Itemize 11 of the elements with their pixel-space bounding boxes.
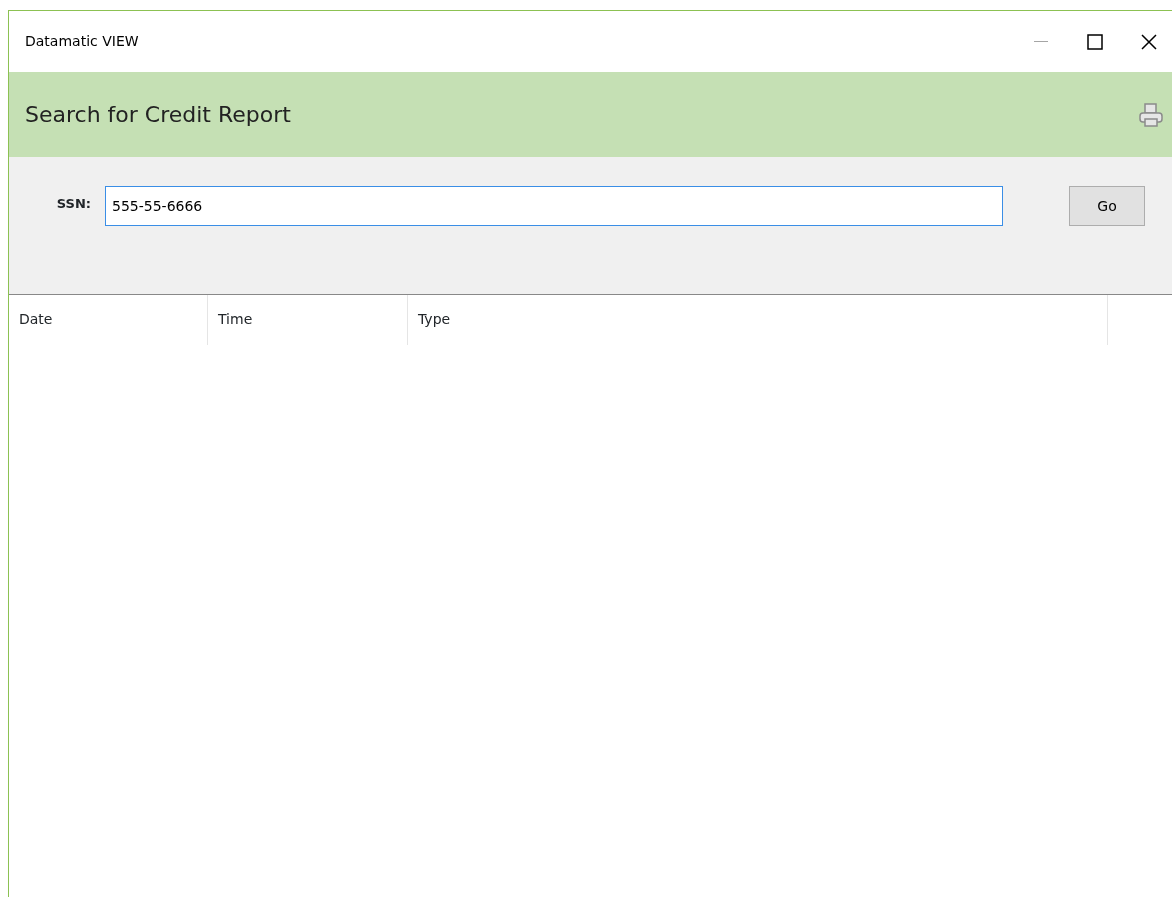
column-header[interactable]: Date — [9, 295, 208, 345]
column-header[interactable]: Time — [208, 295, 408, 345]
column-header[interactable]: Type — [408, 295, 1108, 345]
printer-icon[interactable] — [1138, 101, 1164, 128]
maximize-icon[interactable] — [1087, 33, 1103, 50]
close-icon[interactable] — [1141, 33, 1157, 50]
ssn-label: SSN: — [55, 195, 91, 213]
page-title: Search for Credit Report — [25, 101, 292, 129]
window-title: Datamatic VIEW — [25, 32, 140, 51]
ssn-field[interactable]: 555-55-6666 — [105, 186, 1003, 226]
go-button[interactable]: Go — [1069, 186, 1145, 226]
